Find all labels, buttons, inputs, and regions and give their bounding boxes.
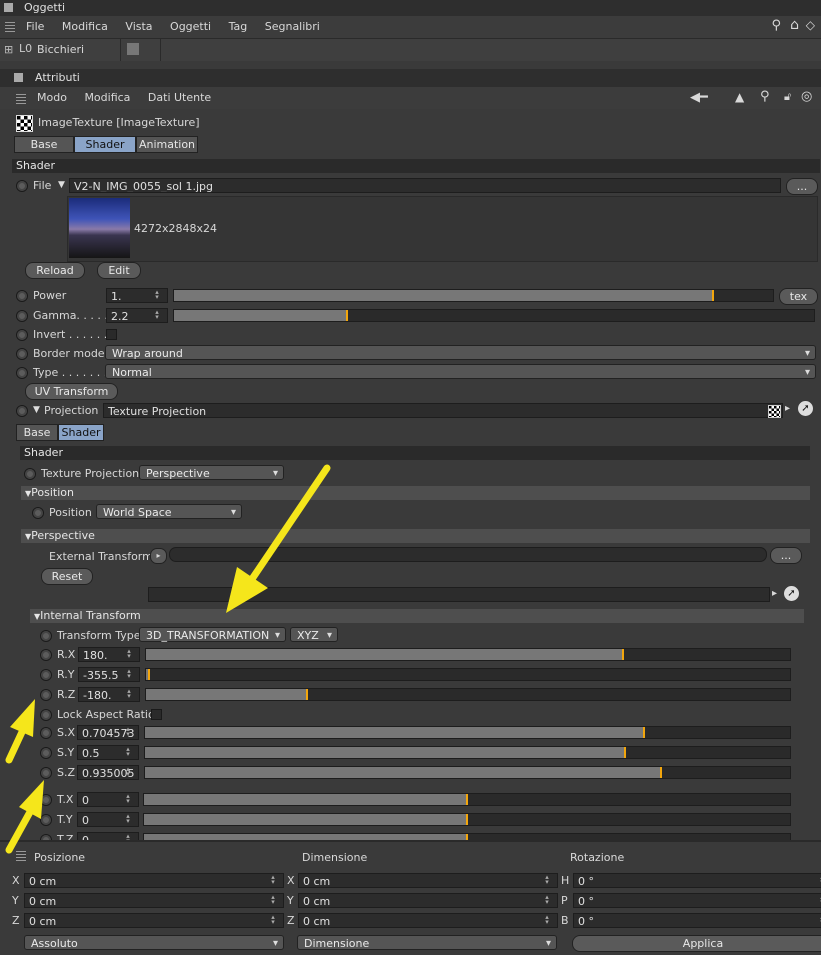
annotation-arrow-head — [19, 780, 44, 819]
annotation-arrows — [5, 464, 331, 854]
annotation-arrow-head — [226, 567, 268, 613]
annotation-arrow-line — [246, 464, 331, 586]
annotation-arrow-head — [10, 699, 35, 737]
annotation-arrow-line — [5, 728, 26, 764]
annotation-arrow-line — [5, 808, 34, 854]
